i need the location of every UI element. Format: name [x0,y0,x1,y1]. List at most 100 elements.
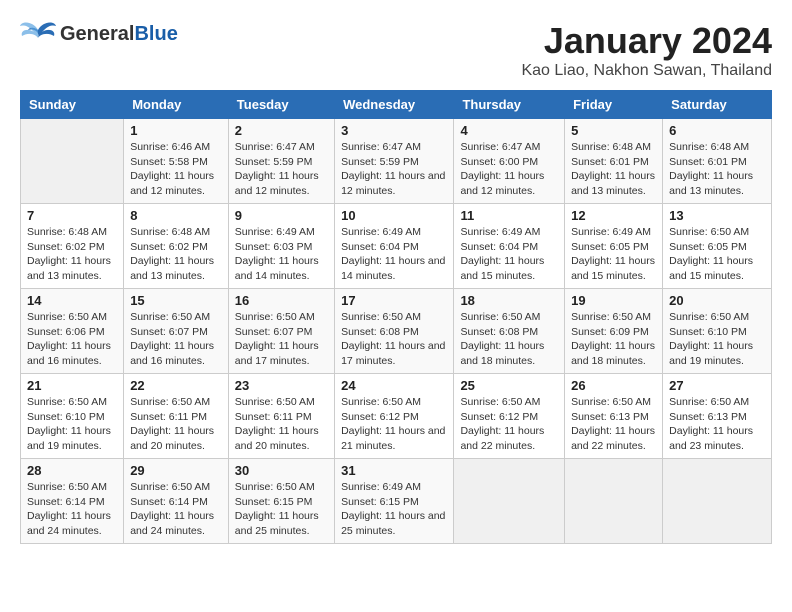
calendar-subtitle: Kao Liao, Nakhon Sawan, Thailand [521,62,772,80]
day-info: Sunrise: 6:50 AM Sunset: 6:14 PM Dayligh… [130,480,222,539]
day-number: 12 [571,208,656,223]
calendar-cell: 7 Sunrise: 6:48 AM Sunset: 6:02 PM Daylig… [21,204,124,289]
calendar-cell: 17Sunrise: 6:50 AM Sunset: 6:08 PM Dayli… [335,289,454,374]
day-number: 2 [235,123,328,138]
logo-bird-icon [20,20,56,48]
calendar-cell: 15 Sunrise: 6:50 AM Sunset: 6:07 PM Dayli… [124,289,229,374]
day-info: Sunrise: 6:46 AM Sunset: 5:58 PM Dayligh… [130,140,222,199]
calendar-cell: 12 Sunrise: 6:49 AM Sunset: 6:05 PM Dayli… [565,204,663,289]
day-info: Sunrise: 6:48 AM Sunset: 6:01 PM Dayligh… [669,140,765,199]
calendar-cell: 27Sunrise: 6:50 AM Sunset: 6:13 PM Dayli… [663,374,772,459]
day-number: 23 [235,378,328,393]
day-info: Sunrise: 6:50 AM Sunset: 6:05 PM Dayligh… [669,225,765,284]
day-header-wednesday: Wednesday [335,91,454,119]
day-info: Sunrise: 6:47 AM Sunset: 5:59 PM Dayligh… [341,140,447,199]
calendar-cell [663,459,772,544]
day-info: Sunrise: 6:48 AM Sunset: 6:02 PM Dayligh… [27,225,117,284]
day-info: Sunrise: 6:48 AM Sunset: 6:01 PM Dayligh… [571,140,656,199]
day-info: Sunrise: 6:49 AM Sunset: 6:04 PM Dayligh… [460,225,558,284]
logo-general: General [60,23,134,45]
day-info: Sunrise: 6:50 AM Sunset: 6:10 PM Dayligh… [27,395,117,454]
day-info: Sunrise: 6:50 AM Sunset: 6:13 PM Dayligh… [571,395,656,454]
calendar-cell: 23 Sunrise: 6:50 AM Sunset: 6:11 PM Dayli… [228,374,334,459]
day-number: 7 [27,208,117,223]
calendar-cell: 5 Sunrise: 6:48 AM Sunset: 6:01 PM Daylig… [565,119,663,204]
day-number: 30 [235,463,328,478]
calendar-header: SundayMondayTuesdayWednesdayThursdayFrid… [21,91,772,119]
calendar-cell: 18Sunrise: 6:50 AM Sunset: 6:08 PM Dayli… [454,289,565,374]
day-info: Sunrise: 6:47 AM Sunset: 5:59 PM Dayligh… [235,140,328,199]
day-header-thursday: Thursday [454,91,565,119]
day-info: Sunrise: 6:47 AM Sunset: 6:00 PM Dayligh… [460,140,558,199]
day-info: Sunrise: 6:50 AM Sunset: 6:11 PM Dayligh… [235,395,328,454]
calendar-cell: 6Sunrise: 6:48 AM Sunset: 6:01 PM Daylig… [663,119,772,204]
day-info: Sunrise: 6:50 AM Sunset: 6:12 PM Dayligh… [460,395,558,454]
calendar-title: January 2024 [521,20,772,62]
calendar-cell: 20 Sunrise: 6:50 AM Sunset: 6:10 PM Dayli… [663,289,772,374]
calendar-cell: 21 Sunrise: 6:50 AM Sunset: 6:10 PM Dayli… [21,374,124,459]
day-number: 14 [27,293,117,308]
calendar-cell [454,459,565,544]
day-info: Sunrise: 6:50 AM Sunset: 6:07 PM Dayligh… [130,310,222,369]
page-header: GeneralBlue January 2024 Kao Liao, Nakho… [20,20,772,80]
day-number: 9 [235,208,328,223]
calendar-cell: 14Sunrise: 6:50 AM Sunset: 6:06 PM Dayli… [21,289,124,374]
calendar-cell: 11 Sunrise: 6:49 AM Sunset: 6:04 PM Dayli… [454,204,565,289]
calendar-cell: 1 Sunrise: 6:46 AM Sunset: 5:58 PM Daylig… [124,119,229,204]
day-info: Sunrise: 6:50 AM Sunset: 6:08 PM Dayligh… [341,310,447,369]
calendar-cell: 10Sunrise: 6:49 AM Sunset: 6:04 PM Dayli… [335,204,454,289]
day-number: 13 [669,208,765,223]
day-number: 28 [27,463,117,478]
calendar-cell: 24Sunrise: 6:50 AM Sunset: 6:12 PM Dayli… [335,374,454,459]
day-header-monday: Monday [124,91,229,119]
day-info: Sunrise: 6:49 AM Sunset: 6:05 PM Dayligh… [571,225,656,284]
calendar-cell: 8 Sunrise: 6:48 AM Sunset: 6:02 PM Daylig… [124,204,229,289]
day-info: Sunrise: 6:50 AM Sunset: 6:15 PM Dayligh… [235,480,328,539]
day-number: 8 [130,208,222,223]
day-number: 15 [130,293,222,308]
calendar-cell: 13 Sunrise: 6:50 AM Sunset: 6:05 PM Dayli… [663,204,772,289]
day-number: 25 [460,378,558,393]
day-number: 3 [341,123,447,138]
calendar-cell: 4 Sunrise: 6:47 AM Sunset: 6:00 PM Daylig… [454,119,565,204]
calendar-cell: 22Sunrise: 6:50 AM Sunset: 6:11 PM Dayli… [124,374,229,459]
day-info: Sunrise: 6:49 AM Sunset: 6:03 PM Dayligh… [235,225,328,284]
calendar-table: SundayMondayTuesdayWednesdayThursdayFrid… [20,90,772,544]
logo: GeneralBlue [20,20,178,48]
logo-blue: Blue [134,23,177,45]
calendar-cell: 26 Sunrise: 6:50 AM Sunset: 6:13 PM Dayli… [565,374,663,459]
calendar-cell: 19Sunrise: 6:50 AM Sunset: 6:09 PM Dayli… [565,289,663,374]
day-number: 21 [27,378,117,393]
day-info: Sunrise: 6:48 AM Sunset: 6:02 PM Dayligh… [130,225,222,284]
day-number: 20 [669,293,765,308]
calendar-week-row: 28 Sunrise: 6:50 AM Sunset: 6:14 PM Dayli… [21,459,772,544]
calendar-cell: 9 Sunrise: 6:49 AM Sunset: 6:03 PM Daylig… [228,204,334,289]
day-info: Sunrise: 6:50 AM Sunset: 6:10 PM Dayligh… [669,310,765,369]
calendar-cell [21,119,124,204]
calendar-week-row: 1 Sunrise: 6:46 AM Sunset: 5:58 PM Daylig… [21,119,772,204]
calendar-cell: 3 Sunrise: 6:47 AM Sunset: 5:59 PM Daylig… [335,119,454,204]
calendar-week-row: 14Sunrise: 6:50 AM Sunset: 6:06 PM Dayli… [21,289,772,374]
day-number: 31 [341,463,447,478]
calendar-cell: 16 Sunrise: 6:50 AM Sunset: 6:07 PM Dayli… [228,289,334,374]
day-info: Sunrise: 6:50 AM Sunset: 6:12 PM Dayligh… [341,395,447,454]
day-number: 26 [571,378,656,393]
day-info: Sunrise: 6:50 AM Sunset: 6:07 PM Dayligh… [235,310,328,369]
day-header-saturday: Saturday [663,91,772,119]
day-number: 19 [571,293,656,308]
day-number: 4 [460,123,558,138]
calendar-week-row: 21 Sunrise: 6:50 AM Sunset: 6:10 PM Dayli… [21,374,772,459]
title-block: January 2024 Kao Liao, Nakhon Sawan, Tha… [521,20,772,80]
day-number: 16 [235,293,328,308]
day-info: Sunrise: 6:50 AM Sunset: 6:08 PM Dayligh… [460,310,558,369]
day-number: 1 [130,123,222,138]
calendar-cell: 30 Sunrise: 6:50 AM Sunset: 6:15 PM Dayli… [228,459,334,544]
day-info: Sunrise: 6:50 AM Sunset: 6:13 PM Dayligh… [669,395,765,454]
calendar-cell: 28Sunrise: 6:50 AM Sunset: 6:14 PM Dayli… [21,459,124,544]
day-number: 11 [460,208,558,223]
calendar-cell: 25 Sunrise: 6:50 AM Sunset: 6:12 PM Dayli… [454,374,565,459]
day-info: Sunrise: 6:50 AM Sunset: 6:11 PM Dayligh… [130,395,222,454]
day-info: Sunrise: 6:49 AM Sunset: 6:15 PM Dayligh… [341,480,447,539]
day-header-sunday: Sunday [21,91,124,119]
day-number: 5 [571,123,656,138]
